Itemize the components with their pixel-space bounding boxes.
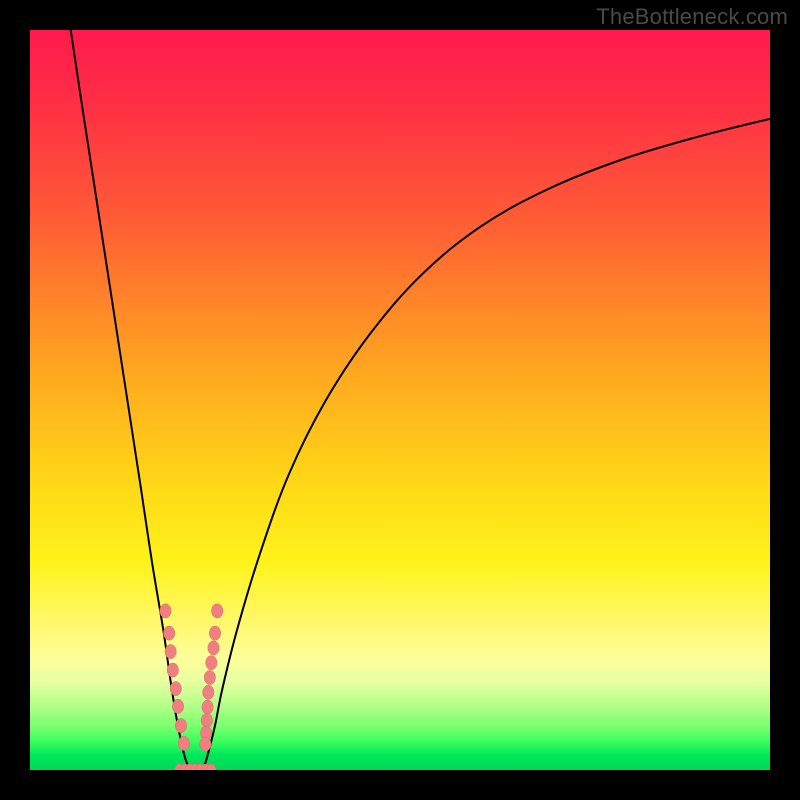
curve-left-branch: [71, 30, 190, 770]
data-marker: [172, 699, 183, 713]
data-marker: [165, 644, 176, 658]
curve-right-branch: [203, 119, 770, 770]
data-marker: [163, 626, 174, 640]
data-marker: [167, 663, 178, 677]
data-marker: [208, 641, 219, 655]
data-marker: [202, 700, 213, 714]
data-marker: [170, 681, 181, 695]
data-marker: [200, 737, 211, 751]
plot-area: [30, 30, 770, 770]
data-marker: [160, 604, 171, 618]
curve-layer: [30, 30, 770, 770]
marker-group: [160, 604, 223, 770]
data-marker: [203, 685, 214, 699]
chart-frame: TheBottleneck.com: [0, 0, 800, 800]
data-marker: [175, 718, 186, 732]
watermark-text: TheBottleneck.com: [596, 4, 788, 30]
data-marker: [201, 713, 212, 727]
data-marker: [209, 626, 220, 640]
data-marker: [212, 604, 223, 618]
data-marker: [178, 736, 189, 750]
data-marker: [206, 656, 217, 670]
data-marker: [204, 670, 215, 684]
